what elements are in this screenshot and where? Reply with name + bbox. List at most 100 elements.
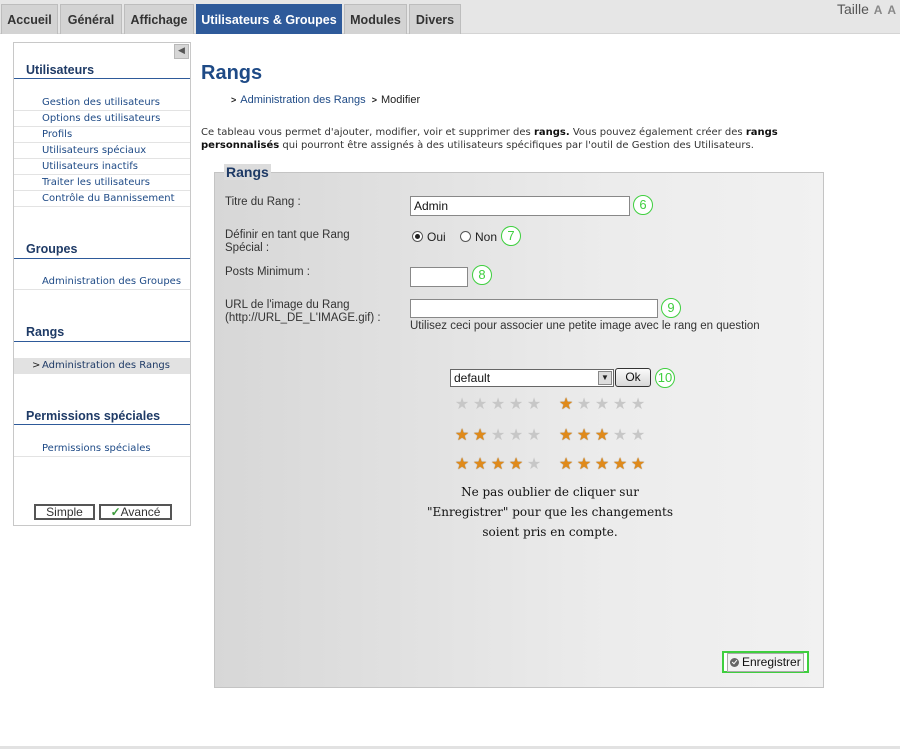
chevron-down-icon[interactable]: ▼ xyxy=(598,371,612,385)
save-reminder-text: Ne pas oublier de cliquer sur "Enregistr… xyxy=(427,485,673,539)
advanced-mode-label: Avancé xyxy=(120,505,161,519)
sidebar-item-label: Administration des Rangs xyxy=(42,360,170,371)
rank-title-input[interactable] xyxy=(410,196,630,216)
selected-arrow-icon: > xyxy=(32,360,41,371)
star-filled-icon: ★ xyxy=(490,454,506,473)
sidebar-section-title-groupes: Groupes xyxy=(26,242,78,256)
tab-divers[interactable]: Divers xyxy=(409,4,461,34)
breadcrumb-separator-icon: > xyxy=(231,95,237,105)
image-url-label-line2: (http://URL_DE_L'IMAGE.gif) : xyxy=(225,312,381,324)
sidebar-item-traiter-utilisateurs[interactable]: Traiter les utilisateurs xyxy=(14,175,190,191)
star-empty-icon: ★ xyxy=(508,425,524,444)
breadcrumb-current: Modifier xyxy=(381,94,421,106)
rank-image-select-value: default xyxy=(454,371,491,385)
sidebar-section-title-rangs: Rangs xyxy=(26,325,65,339)
intro-part: Vous pouvez également créer des xyxy=(569,127,746,138)
sidebar-item-profils[interactable]: Profils xyxy=(14,127,190,143)
page-title: Rangs xyxy=(201,62,263,84)
rank-image-option[interactable]: ★ ★ ★ ★ ★ xyxy=(557,455,647,472)
sidebar-item-permissions-speciales[interactable]: Permissions spéciales xyxy=(14,441,190,457)
top-navigation-bar: Accueil Général Affichage Utilisateurs &… xyxy=(0,0,900,35)
star-empty-icon: ★ xyxy=(526,394,542,413)
rank-image-option[interactable]: ★ ★ ★ ★ ★ xyxy=(453,395,543,412)
breadcrumb-link-administration-rangs[interactable]: Administration des Rangs xyxy=(240,94,365,106)
star-filled-icon: ★ xyxy=(612,454,628,473)
rank-image-option[interactable]: ★ ★ ★ ★ ★ xyxy=(557,395,647,412)
tab-accueil[interactable]: Accueil xyxy=(1,4,58,34)
tab-modules[interactable]: Modules xyxy=(344,4,407,34)
font-size-label: Taille xyxy=(836,1,869,17)
star-empty-icon: ★ xyxy=(630,425,646,444)
save-button-inner: Enregistrer xyxy=(727,653,804,672)
annotation-marker-9: 9 xyxy=(661,298,681,318)
advanced-mode-button[interactable]: ✓Avancé xyxy=(99,504,172,520)
star-filled-icon: ★ xyxy=(630,454,646,473)
annotation-marker-6: 6 xyxy=(633,195,653,215)
save-button[interactable]: Enregistrer xyxy=(722,651,809,673)
rank-image-option[interactable]: ★ ★ ★ ★ ★ xyxy=(453,426,543,443)
min-posts-input[interactable] xyxy=(410,267,468,287)
star-filled-icon: ★ xyxy=(472,454,488,473)
sidebar-item-administration-groupes[interactable]: Administration des Groupes xyxy=(14,274,190,290)
star-filled-icon: ★ xyxy=(558,454,574,473)
breadcrumb-separator-icon: > xyxy=(371,95,377,105)
star-empty-icon: ★ xyxy=(490,394,506,413)
rank-image-select[interactable]: default ▼ xyxy=(450,369,614,387)
simple-mode-button[interactable]: Simple xyxy=(34,504,95,520)
special-yes-label[interactable]: Oui xyxy=(427,230,446,244)
sidebar-item-controle-bannissement[interactable]: Contrôle du Bannissement xyxy=(14,191,190,207)
ok-button[interactable]: Ok xyxy=(615,368,651,387)
checkmark-icon: ✓ xyxy=(110,505,121,519)
tab-utilisateurs-groupes[interactable]: Utilisateurs & Groupes xyxy=(196,4,342,35)
sidebar-item-options-utilisateurs[interactable]: Options des utilisateurs xyxy=(14,111,190,127)
special-rank-label-line2: Spécial : xyxy=(225,242,270,254)
intro-bold: rangs. xyxy=(533,127,570,138)
image-url-label-line1: URL de l'image du Rang xyxy=(225,299,350,311)
tab-general[interactable]: Général xyxy=(60,4,122,34)
font-decrease-icon[interactable]: A xyxy=(887,3,896,17)
intro-part: Ce tableau vous permet d'ajouter, modifi… xyxy=(201,127,534,138)
sidebar-item-utilisateurs-inactifs[interactable]: Utilisateurs inactifs xyxy=(14,159,190,175)
save-button-label: Enregistrer xyxy=(742,655,801,669)
collapse-arrow-icon[interactable]: ◀ xyxy=(174,44,189,59)
image-url-input[interactable] xyxy=(410,299,658,318)
star-empty-icon: ★ xyxy=(508,394,524,413)
star-empty-icon: ★ xyxy=(612,425,628,444)
intro-text: Ce tableau vous permet d'ajouter, modifi… xyxy=(201,126,841,152)
star-filled-icon: ★ xyxy=(576,425,592,444)
font-increase-icon[interactable]: A xyxy=(874,3,883,17)
rank-title-label: Titre du Rang : xyxy=(225,196,301,208)
special-no-radio[interactable] xyxy=(460,231,471,242)
star-empty-icon: ★ xyxy=(594,394,610,413)
star-empty-icon: ★ xyxy=(630,394,646,413)
section-divider xyxy=(14,78,190,79)
image-url-help-text: Utilisez ceci pour associer une petite i… xyxy=(410,320,760,332)
sidebar-item-gestion-utilisateurs[interactable]: Gestion des utilisateurs xyxy=(14,95,190,111)
star-empty-icon: ★ xyxy=(472,394,488,413)
intro-part: qui pourront être assignés à des utilisa… xyxy=(279,140,754,151)
star-filled-icon: ★ xyxy=(594,454,610,473)
breadcrumb: > Administration des Rangs > Modifier xyxy=(231,94,420,106)
special-rank-label-line1: Définir en tant que Rang xyxy=(225,229,350,241)
rank-image-option[interactable]: ★ ★ ★ ★ ★ xyxy=(453,455,543,472)
star-empty-icon: ★ xyxy=(454,394,470,413)
star-filled-icon: ★ xyxy=(576,454,592,473)
star-filled-icon: ★ xyxy=(594,425,610,444)
sidebar-item-utilisateurs-speciaux[interactable]: Utilisateurs spéciaux xyxy=(14,143,190,159)
font-size-control: Taille A A xyxy=(837,1,896,17)
special-no-label[interactable]: Non xyxy=(475,230,497,244)
special-yes-radio[interactable] xyxy=(412,231,423,242)
sidebar-item-administration-rangs[interactable]: > Administration des Rangs xyxy=(14,358,190,374)
rank-image-option[interactable]: ★ ★ ★ ★ ★ xyxy=(557,426,647,443)
section-divider xyxy=(14,258,190,259)
star-empty-icon: ★ xyxy=(576,394,592,413)
tab-affichage[interactable]: Affichage xyxy=(124,4,194,34)
annotation-marker-7: 7 xyxy=(501,226,521,246)
star-empty-icon: ★ xyxy=(490,425,506,444)
section-divider xyxy=(14,341,190,342)
star-filled-icon: ★ xyxy=(508,454,524,473)
section-divider xyxy=(14,424,190,425)
star-filled-icon: ★ xyxy=(558,425,574,444)
annotation-marker-8: 8 xyxy=(472,265,492,285)
star-empty-icon: ★ xyxy=(526,454,542,473)
